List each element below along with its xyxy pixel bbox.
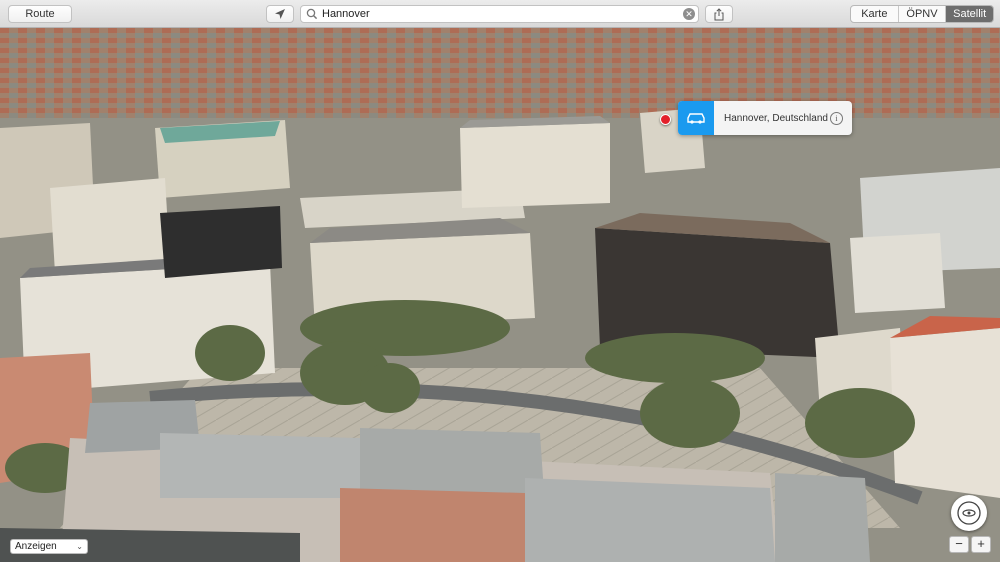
compass-icon: [957, 501, 981, 525]
share-button[interactable]: [705, 5, 733, 23]
map-type-segmented-control: Karte ÖPNV Satellit: [850, 5, 994, 23]
map-type-karte[interactable]: Karte: [851, 6, 899, 22]
search-icon: [306, 8, 318, 20]
directions-car-button[interactable]: [678, 101, 714, 135]
show-dropdown[interactable]: Anzeigen ⌄: [10, 539, 88, 554]
current-location-button[interactable]: [266, 5, 294, 23]
toolbar: Route ✕ Karte ÖPNV Satellit: [0, 0, 1000, 28]
compass-button[interactable]: [951, 495, 987, 531]
chevron-down-icon: ⌄: [76, 542, 83, 551]
zoom-in-button[interactable]: +: [971, 536, 991, 553]
location-pin[interactable]: [660, 114, 671, 125]
search-input[interactable]: [320, 8, 682, 20]
clear-search-icon[interactable]: ✕: [683, 8, 695, 20]
location-arrow-icon: [275, 9, 285, 19]
car-icon: [687, 113, 705, 124]
callout-title: Hannover, Deutschland: [724, 112, 828, 124]
zoom-controls: − +: [949, 536, 991, 553]
route-button[interactable]: Route: [8, 5, 72, 23]
location-callout[interactable]: Hannover, Deutschland i: [678, 101, 852, 135]
map-type-oepnv[interactable]: ÖPNV: [899, 6, 947, 22]
share-icon: [714, 7, 724, 20]
search-field[interactable]: ✕: [300, 5, 699, 23]
satellite-map-3d[interactable]: Hannover, Deutschland i: [0, 28, 1000, 562]
info-icon[interactable]: i: [830, 111, 843, 125]
show-dropdown-label: Anzeigen: [15, 541, 57, 552]
map-type-satellit[interactable]: Satellit: [946, 6, 993, 22]
zoom-out-button[interactable]: −: [949, 536, 969, 553]
